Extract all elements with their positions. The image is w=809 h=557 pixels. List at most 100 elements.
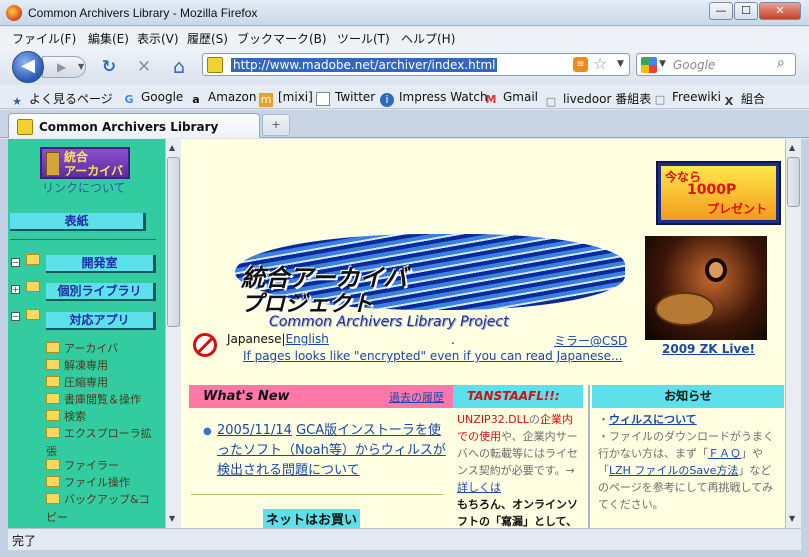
tab-common-archivers-library[interactable]: Common Archivers Library (8, 113, 260, 138)
bookmark-impress-watch[interactable]: i Impress Watch (380, 90, 488, 107)
tanstaafl-header: TANSTAAFL!!: (453, 385, 583, 408)
search-box[interactable]: ▼ Google ⌕ (636, 53, 796, 76)
lzh-save-link[interactable]: LZH ファイルのSave方法 (609, 464, 738, 477)
bookmark-google[interactable]: G Google (122, 90, 183, 107)
window-border-left (0, 139, 8, 550)
menu-file[interactable]: ファイル(F) (12, 30, 76, 47)
new-tab-button[interactable]: + (262, 114, 290, 136)
toggle-expand-icon[interactable]: + (11, 285, 20, 294)
sidebar-item-libraries[interactable]: 個別ライブラリ (46, 283, 156, 301)
bookmark-folder-icon: ★ (12, 95, 22, 108)
bookmark-twitter[interactable]: t Twitter (316, 90, 375, 106)
tree-item-archiver[interactable]: アーカイバ (46, 340, 118, 356)
scroll-up-icon[interactable]: ▲ (169, 143, 175, 152)
url-text[interactable]: http://www.madobe.net/archiver/index.htm… (231, 58, 498, 72)
url-dropdown-icon[interactable]: ▼ (617, 59, 624, 69)
project-banner: 統合アーカイバ プロジェクト Common Archivers Library … (225, 234, 629, 332)
ad-line2: 1000P (687, 182, 737, 198)
back-button[interactable]: ◀ (12, 51, 44, 83)
menu-tools[interactable]: ツール(T) (337, 30, 390, 47)
tree-item-extract[interactable]: 解凍専用 (46, 357, 108, 373)
main-frame-scrollbar[interactable]: ▲ ▼ (785, 139, 801, 528)
news-date[interactable]: 2005/11/14 (217, 423, 292, 438)
title-bar: Common Archivers Library - Mozilla Firef… (0, 0, 809, 26)
google-engine-icon[interactable] (641, 57, 657, 73)
live-photo-caption[interactable]: 2009 ZK Live! (662, 342, 755, 356)
live-photo[interactable] (645, 236, 767, 340)
sidebar-item-dev-room[interactable]: 開発室 (46, 255, 156, 273)
bookmark-kumiai[interactable]: X 組合 (722, 90, 765, 109)
cover-heading[interactable]: 表紙 (10, 213, 146, 231)
history-dropdown-icon[interactable]: ▼ (78, 62, 84, 71)
mirror-link[interactable]: ミラー@CSD (554, 332, 627, 349)
stop-icon[interactable]: ✕ (133, 57, 155, 77)
reload-icon[interactable]: ↻ (98, 57, 120, 77)
rss-icon[interactable]: ≡ (573, 57, 588, 72)
link-about-label[interactable]: リンクについて (42, 179, 126, 196)
details-link[interactable]: 詳しくは (457, 481, 501, 494)
scroll-thumb[interactable] (167, 157, 180, 327)
column-divider (588, 385, 590, 528)
tree-item-browse[interactable]: 書庫閲覧＆操作 (46, 391, 141, 407)
search-placeholder[interactable]: Google (673, 58, 715, 72)
bookmark-gmail[interactable]: M Gmail (484, 90, 539, 107)
archiver-logo[interactable]: 統合 アーカイバ (40, 147, 130, 179)
separator-dot: . (451, 333, 455, 347)
menu-edit[interactable]: 編集(E) (88, 30, 129, 47)
menu-help[interactable]: ヘルプ(H) (401, 30, 455, 47)
page-icon: □ (654, 93, 666, 106)
lang-english-link[interactable]: English (286, 332, 329, 346)
sidebar-item-apps[interactable]: 対応アプリ (46, 312, 156, 330)
bookmarks-toolbar: ★ よく見るページ G Google a Amazon m [mixi] t Twitte… (0, 85, 809, 109)
menu-view[interactable]: 表示(V) (137, 30, 179, 47)
impress-icon: i (380, 93, 394, 107)
tree-item-filer[interactable]: ファイラー (46, 457, 119, 473)
bullet-icon: ● (203, 426, 212, 437)
menu-bookmarks[interactable]: ブックマーク(B) (237, 30, 327, 47)
tanstaafl-panel: TANSTAAFL!!: UNZIP32.DLLの企業内での使用や、企業内サーバ… (453, 385, 583, 528)
tree-item-backup[interactable]: バックアップ&コピー (46, 491, 160, 527)
bookmark-mixi[interactable]: m [mixi] (259, 90, 313, 107)
mixi-icon: m (259, 93, 273, 107)
firefox-icon (6, 5, 22, 21)
window-border-bottom (0, 550, 809, 557)
folder-icon (46, 459, 60, 470)
bookmark-amazon[interactable]: a Amazon (189, 90, 256, 107)
bookmark-freewiki[interactable]: □ Freewiki (653, 90, 721, 107)
tree-item-file-ops[interactable]: ファイル操作 (46, 474, 130, 490)
faq-link[interactable]: ＦＡＱ (708, 447, 741, 460)
tree-item-search[interactable]: 検索 (46, 408, 86, 424)
scroll-down-icon[interactable]: ▼ (169, 514, 175, 523)
toggle-collapse-icon[interactable]: − (11, 312, 20, 321)
bookmark-livedoor[interactable]: □ livedoor 番組表 (544, 90, 651, 109)
tab-favicon-icon (17, 119, 33, 135)
virus-info-link[interactable]: ウィルスについて (609, 413, 697, 426)
engine-dropdown-icon[interactable]: ▼ (659, 59, 666, 69)
scroll-thumb[interactable] (787, 157, 800, 207)
tab-bar: Common Archivers Library + (0, 110, 809, 138)
maximize-button[interactable]: ☐ (734, 2, 758, 20)
encoding-help-link[interactable]: If pages looks like "encrypted" even if … (243, 349, 623, 363)
minimize-button[interactable]: — (709, 2, 733, 20)
url-bar[interactable]: http://www.madobe.net/archiver/index.htm… (202, 53, 630, 76)
menu-history[interactable]: 履歴(S) (187, 30, 228, 47)
scroll-up-icon[interactable]: ▲ (789, 143, 795, 152)
tree-item-explorer[interactable]: エクスプローラ拡張 (46, 425, 158, 461)
tree-item-compress[interactable]: 圧縮専用 (46, 374, 108, 390)
toggle-collapse-icon[interactable]: − (11, 258, 20, 267)
scroll-down-icon[interactable]: ▼ (789, 514, 795, 523)
bookmark-star-icon[interactable]: ☆ (593, 54, 607, 73)
left-frame-scrollbar[interactable]: ▲ ▼ (165, 139, 181, 528)
close-button[interactable]: ✕ (759, 2, 801, 20)
history-link[interactable]: 過去の履歴 (389, 389, 444, 405)
search-icon[interactable]: ⌕ (777, 55, 785, 71)
browser-window: Common Archivers Library - Mozilla Firef… (0, 0, 809, 557)
site-favicon-icon (207, 57, 223, 73)
gmail-icon: M (485, 93, 497, 106)
ad-background: 今なら 1000P プレゼント (661, 166, 776, 220)
folder-icon (46, 493, 60, 504)
point-ad-banner[interactable]: 今なら 1000P プレゼント (656, 161, 781, 225)
bookmark-most-visited[interactable]: ★ よく見るページ (10, 90, 113, 109)
home-icon[interactable]: ⌂ (168, 57, 190, 77)
no-smoking-icon (193, 333, 217, 357)
